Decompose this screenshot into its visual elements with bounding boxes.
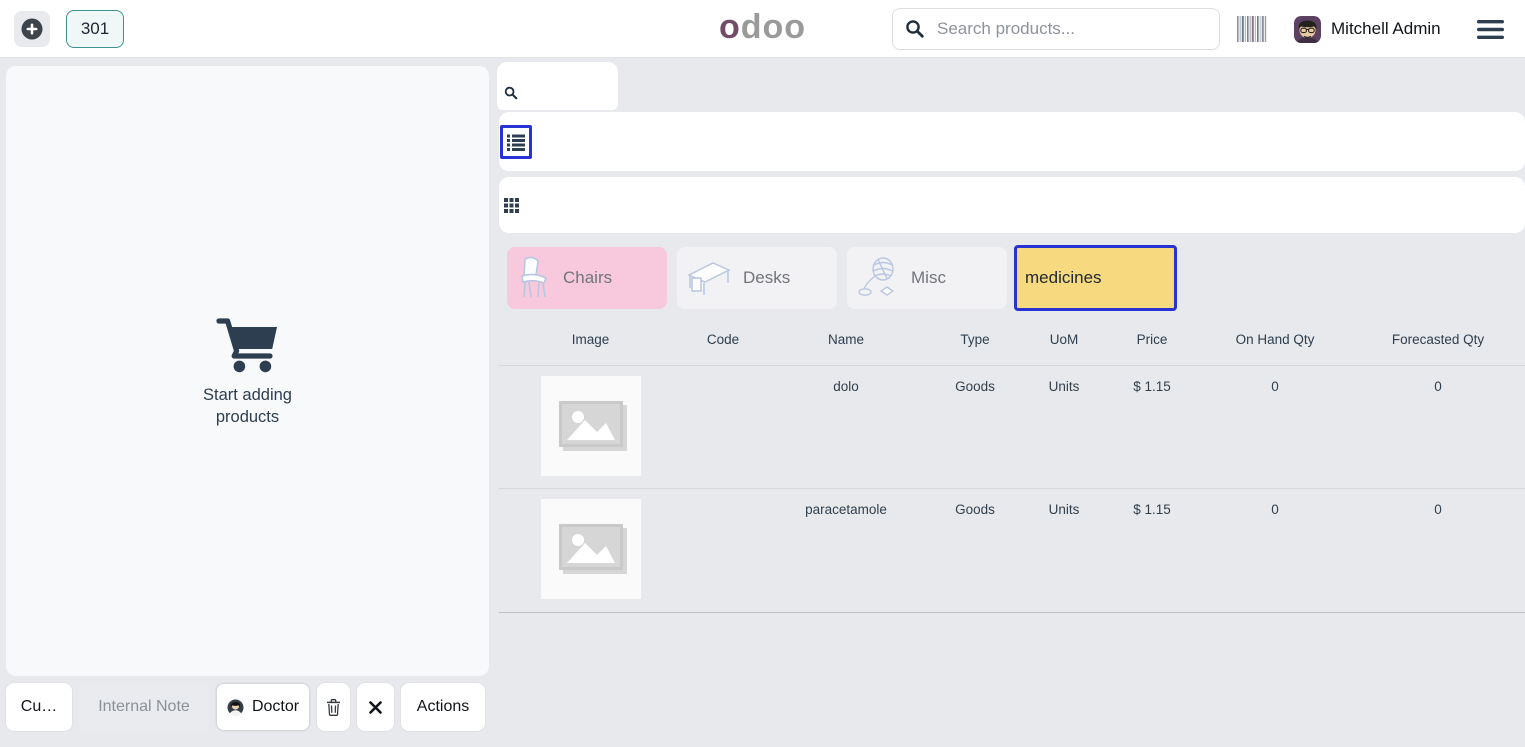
pos-app: 301 odoo (0, 0, 1525, 747)
products-table-header: Image Code Name Type UoM Price On Hand Q… (499, 325, 1524, 355)
cell-uom: Units (1022, 489, 1106, 612)
column-header-code[interactable]: Code (682, 325, 764, 355)
order-panel: Start adding products (6, 66, 489, 676)
product-image (541, 376, 641, 476)
cell-code (682, 366, 764, 488)
cell-price: $ 1.15 (1106, 366, 1198, 488)
column-header-uom[interactable]: UoM (1022, 325, 1106, 355)
plus-circle-icon (20, 17, 44, 41)
customer-button[interactable]: Cu… (6, 683, 72, 731)
doctor-label: Doctor (252, 698, 299, 716)
trash-icon (326, 699, 341, 716)
column-header-image[interactable]: Image (499, 325, 682, 355)
grid-view-row[interactable] (499, 177, 1525, 233)
cell-uom: Units (1022, 366, 1106, 488)
image-placeholder-icon (559, 401, 623, 447)
doctor-button[interactable]: Doctor (216, 683, 310, 731)
hamburger-icon (1477, 20, 1504, 39)
doctor-avatar-icon (227, 699, 244, 716)
list-view-row[interactable] (499, 112, 1525, 171)
cell-on-hand-qty: 0 (1198, 366, 1352, 488)
products-search-icon (504, 86, 518, 100)
cell-forecasted-qty: 0 (1352, 366, 1524, 488)
product-image-cell (499, 489, 682, 612)
list-view-highlight-box[interactable] (500, 125, 532, 159)
close-icon (369, 701, 382, 714)
category-label: medicines (1025, 268, 1102, 288)
delete-order-button[interactable] (317, 683, 350, 731)
product-image-cell (499, 366, 682, 488)
category-label: Misc (911, 268, 946, 288)
user-name: Mitchell Admin (1331, 19, 1441, 39)
empty-cart: Start adding products (6, 318, 489, 428)
cell-name: dolo (764, 366, 928, 488)
close-button[interactable] (357, 683, 394, 731)
bottom-bar: Cu… Internal Note Doctor (6, 683, 485, 731)
table-row-dolo[interactable]: dolo Goods Units $ 1.15 0 0 (499, 365, 1525, 488)
user-avatar (1294, 16, 1321, 43)
product-image (541, 499, 641, 599)
column-header-on-hand-qty[interactable]: On Hand Qty (1198, 325, 1352, 355)
search-icon (905, 19, 925, 39)
cell-on-hand-qty: 0 (1198, 489, 1352, 612)
column-header-forecasted-qty[interactable]: Forecasted Qty (1352, 325, 1524, 355)
category-label: Desks (743, 268, 790, 288)
shopping-cart-icon (215, 318, 281, 374)
user-menu[interactable]: Mitchell Admin (1294, 14, 1441, 44)
cell-forecasted-qty: 0 (1352, 489, 1524, 612)
chair-image-icon (517, 256, 551, 300)
column-header-type[interactable]: Type (928, 325, 1022, 355)
list-view-icon (507, 134, 525, 151)
search-products-input[interactable] (937, 19, 1207, 39)
column-header-price[interactable]: Price (1106, 325, 1198, 355)
product-search-bar[interactable] (892, 8, 1220, 50)
category-label: Chairs (563, 268, 612, 288)
odoo-logo: odoo (719, 8, 806, 47)
category-misc[interactable]: Misc (847, 247, 1007, 309)
empty-cart-message: Start adding products (183, 384, 313, 428)
menu-button[interactable] (1470, 12, 1510, 46)
actions-button[interactable]: Actions (401, 683, 485, 731)
new-order-button[interactable] (14, 11, 50, 47)
cell-price: $ 1.15 (1106, 489, 1198, 612)
top-bar: 301 odoo (0, 0, 1525, 58)
image-placeholder-icon (559, 524, 623, 570)
table-row-paracetamole[interactable]: paracetamole Goods Units $ 1.15 0 0 (499, 488, 1525, 613)
internal-note-button[interactable]: Internal Note (79, 683, 209, 731)
cell-name: paracetamole (764, 489, 928, 612)
cell-type: Goods (928, 489, 1022, 612)
category-desks[interactable]: Desks (677, 247, 837, 309)
grid-view-icon (504, 198, 519, 213)
desk-image-icon (687, 258, 731, 298)
category-chairs[interactable]: Chairs (507, 247, 667, 309)
cell-type: Goods (928, 366, 1022, 488)
misc-image-icon (857, 256, 899, 300)
products-search-tab[interactable] (497, 62, 618, 110)
barcode-icon[interactable] (1237, 16, 1267, 42)
category-medicines[interactable]: medicines (1014, 245, 1177, 311)
cell-code (682, 489, 764, 612)
order-tab-button[interactable]: 301 (66, 10, 124, 48)
column-header-name[interactable]: Name (764, 325, 928, 355)
